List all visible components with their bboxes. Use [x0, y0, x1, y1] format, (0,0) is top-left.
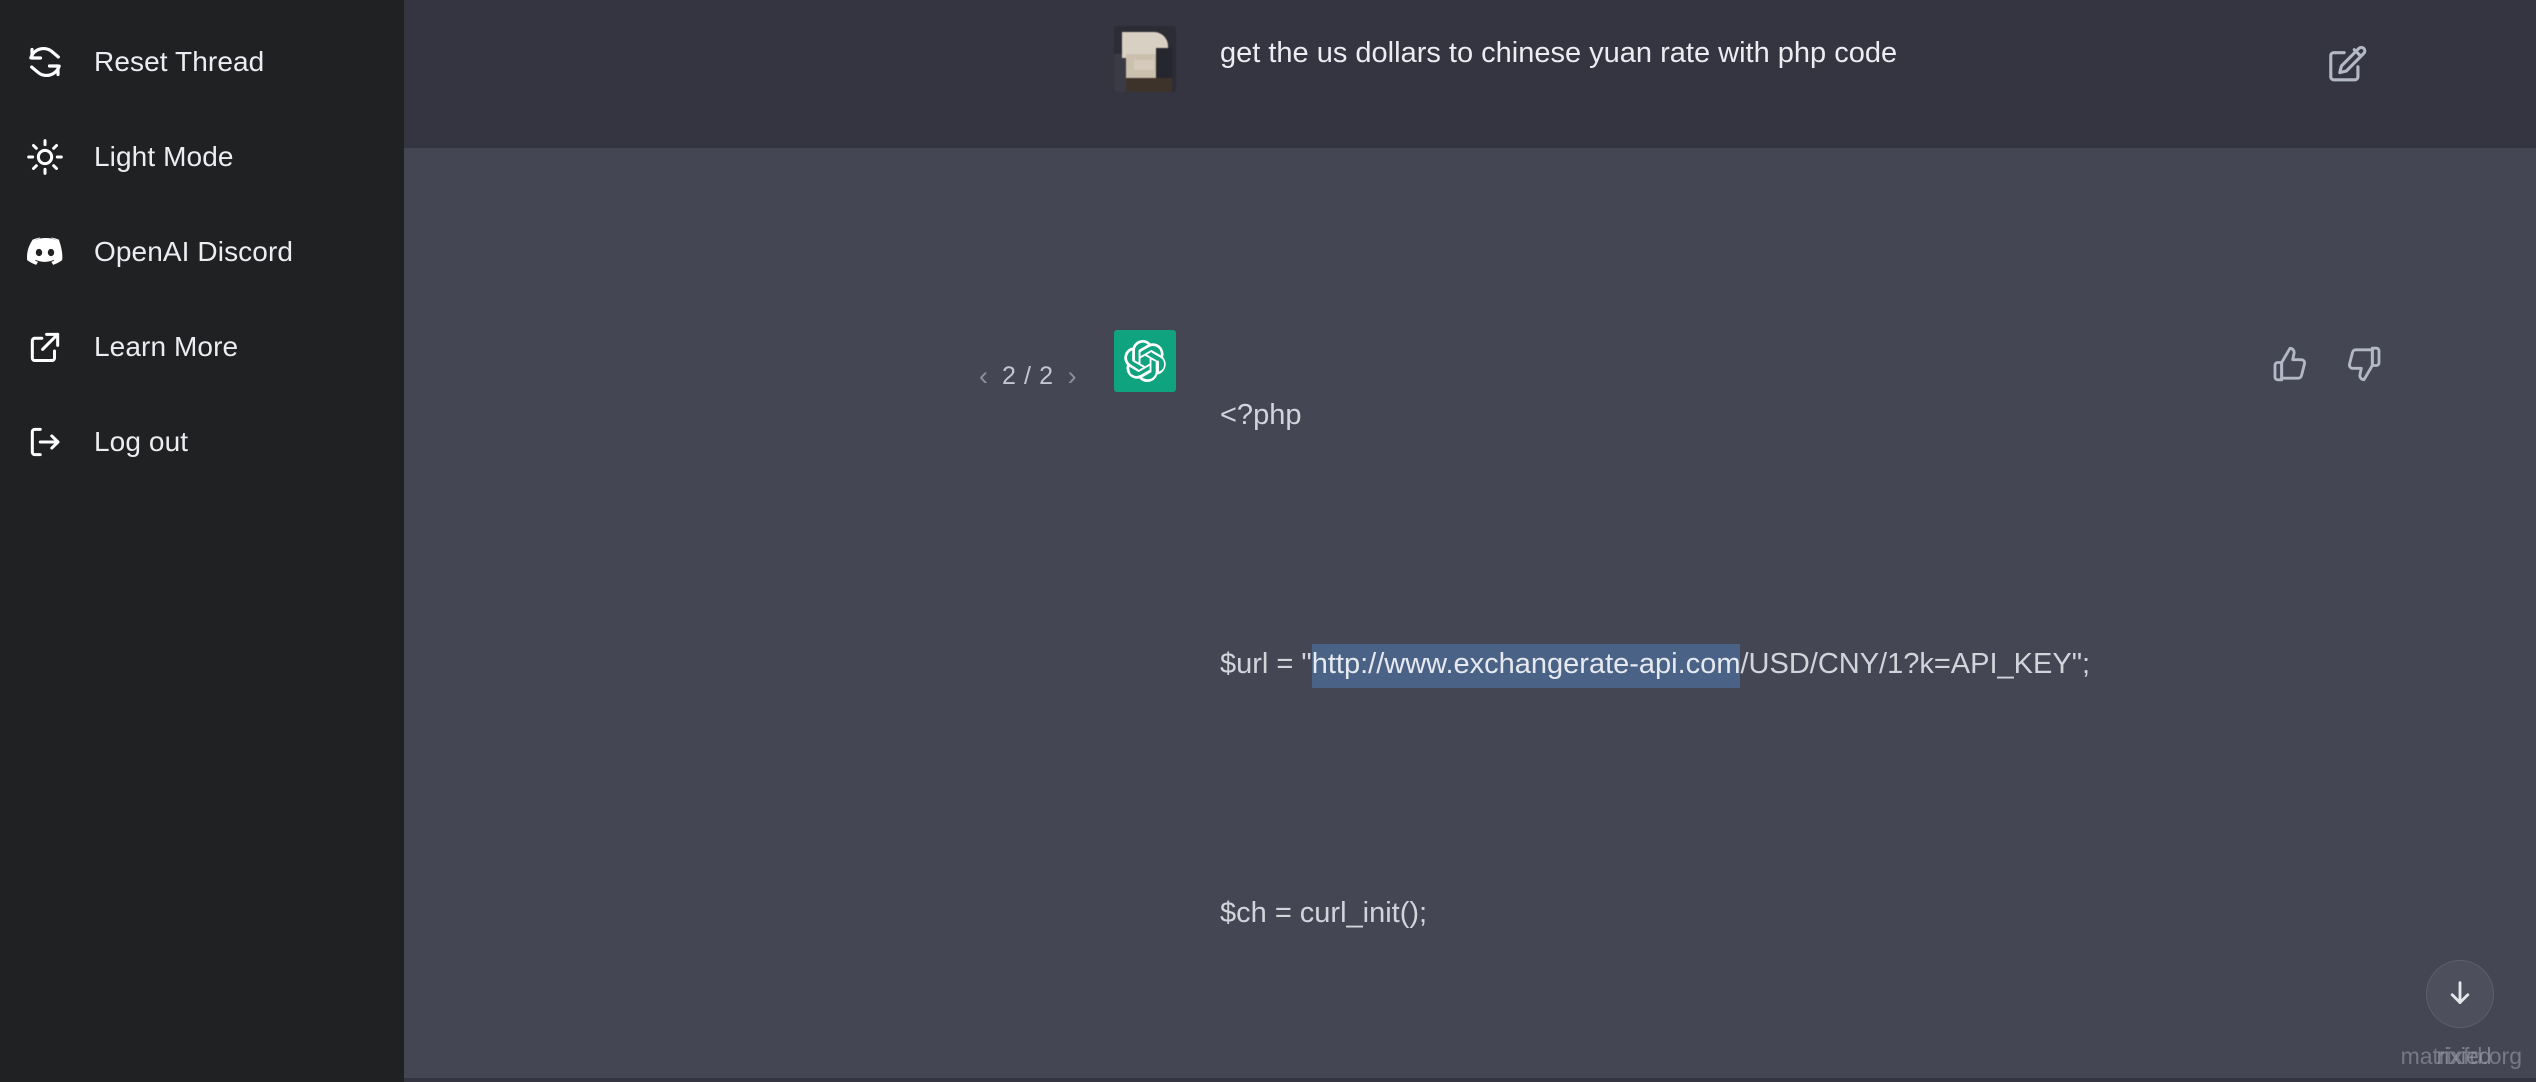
sidebar-item-label: Learn More: [94, 330, 239, 362]
openai-logo-avatar: [1114, 330, 1176, 392]
thumbs-down-icon[interactable]: [2344, 344, 2384, 384]
pager-prev-button[interactable]: ‹: [979, 363, 988, 390]
watermark: matrixfd.org rixied: [2401, 1043, 2522, 1070]
sidebar-item-light-mode[interactable]: Light Mode: [0, 109, 404, 204]
pager-next-button[interactable]: ›: [1068, 363, 1077, 390]
assistant-code-block: <?php $url = "http://www.exchangerate-ap…: [1220, 330, 2090, 1040]
url-prefix: $url = ": [1220, 648, 1312, 681]
sidebar-item-log-out[interactable]: Log out: [0, 394, 404, 489]
code-line-url: $url = "http://www.exchangerate-api.com/…: [1220, 644, 2091, 703]
avatar: [1114, 330, 1176, 1040]
sidebar-item-label: Log out: [94, 425, 189, 457]
assistant-message-row: ‹ 2 / 2 › <?php $url = "http://www.excha…: [404, 148, 2536, 1078]
logout-icon: [22, 419, 68, 465]
sidebar-item-label: OpenAI Discord: [94, 235, 294, 267]
chatgpt-app-window: Reset Thread Light Mode OpenAI Discord L…: [0, 0, 2536, 1082]
sidebar-item-label: Light Mode: [94, 140, 234, 172]
user-message-row: get the us dollars to chinese yuan rate …: [404, 0, 2536, 148]
download-icon[interactable]: [2426, 960, 2494, 1028]
sidebar-item-label: Reset Thread: [94, 45, 265, 77]
discord-icon: [22, 229, 68, 275]
watermark-front-text: rixied: [2436, 1043, 2492, 1069]
edit-icon[interactable]: [2324, 42, 2368, 86]
reset-icon: [22, 39, 68, 85]
user-photo-avatar: [1114, 26, 1176, 92]
url-suffix: /USD/CNY/1?k=API_KEY";: [1740, 648, 2091, 681]
external-link-icon: [22, 324, 68, 370]
feedback-buttons: [2270, 344, 2384, 384]
conversation-pane: get the us dollars to chinese yuan rate …: [404, 0, 2536, 1082]
response-pager: ‹ 2 / 2 ›: [979, 362, 1077, 391]
avatar: [1114, 26, 1176, 122]
pager-count: 2 / 2: [1002, 362, 1054, 390]
user-message-text: get the us dollars to chinese yuan rate …: [1220, 37, 1898, 69]
url-selected-text[interactable]: http://www.exchangerate-api.com: [1311, 644, 1741, 689]
code-line: $ch = curl_init();: [1220, 897, 1428, 930]
sidebar-item-openai-discord[interactable]: OpenAI Discord: [0, 204, 404, 299]
sidebar: Reset Thread Light Mode OpenAI Discord L…: [0, 0, 404, 1082]
sidebar-item-learn-more[interactable]: Learn More: [0, 299, 404, 394]
thumbs-up-icon[interactable]: [2270, 344, 2310, 384]
code-line: <?php: [1220, 399, 1302, 432]
sun-icon: [22, 134, 68, 180]
sidebar-item-reset-thread[interactable]: Reset Thread: [0, 14, 404, 109]
